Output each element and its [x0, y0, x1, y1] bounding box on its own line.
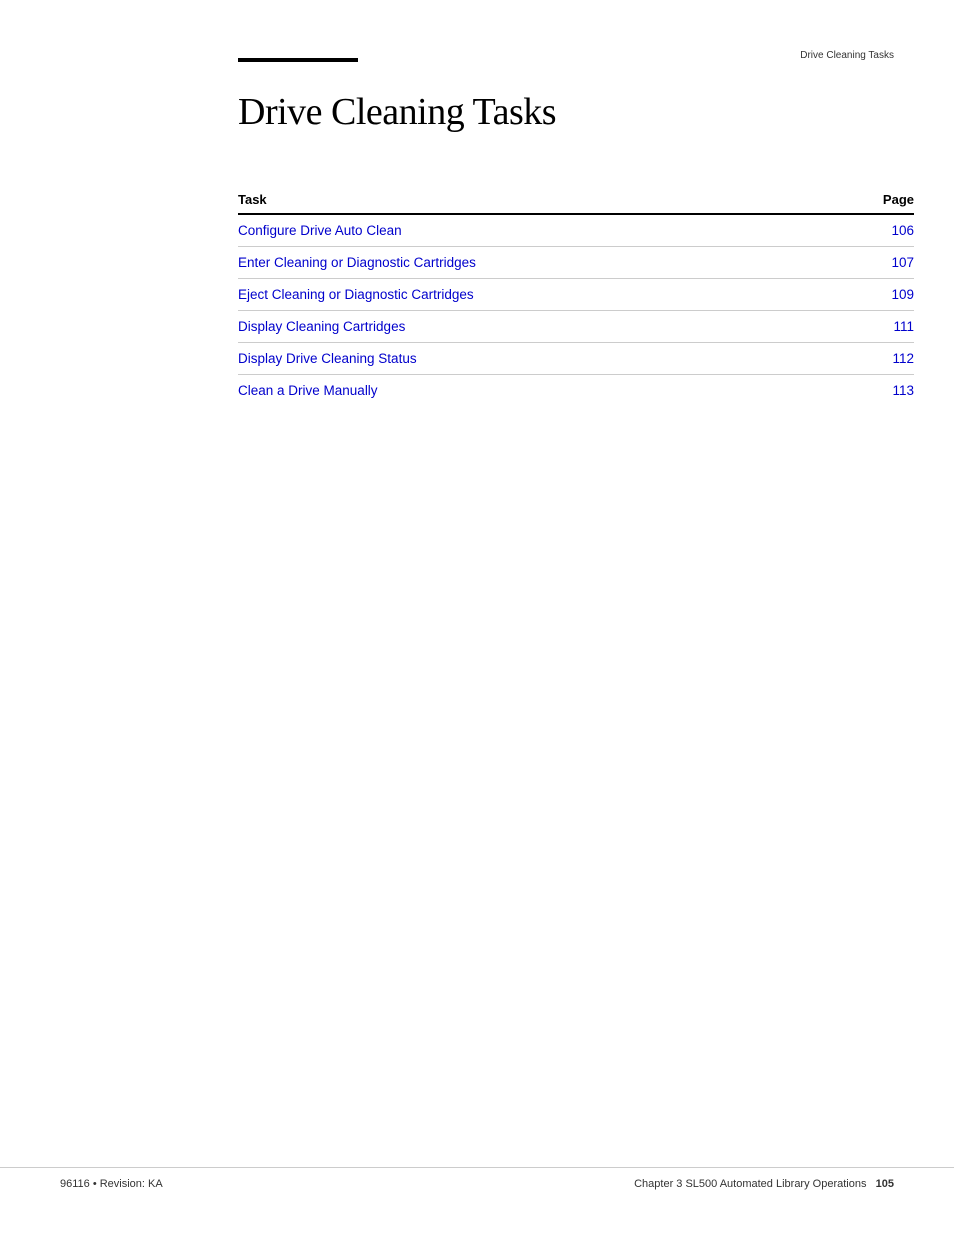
toc-page-num: 107 [854, 255, 914, 270]
page-title: Drive Cleaning Tasks [238, 90, 556, 134]
col-page-header: Page [854, 192, 914, 207]
table-row: Configure Drive Auto Clean 106 [238, 215, 914, 247]
footer: 96116 • Revision: KA Chapter 3 SL500 Aut… [0, 1167, 954, 1190]
page-container: Drive Cleaning Tasks Drive Cleaning Task… [0, 0, 954, 1235]
footer-page-number: 105 [876, 1178, 894, 1190]
table-row: Enter Cleaning or Diagnostic Cartridges 1… [238, 247, 914, 279]
footer-left: 96116 • Revision: KA [60, 1178, 163, 1190]
table-row: Eject Cleaning or Diagnostic Cartridges 1… [238, 279, 914, 311]
footer-chapter: Chapter 3 SL500 Automated Library Operat… [634, 1178, 866, 1190]
toc-link[interactable]: Display Drive Cleaning Status [238, 351, 417, 366]
toc-link[interactable]: Configure Drive Auto Clean [238, 223, 402, 238]
toc-page-num: 112 [854, 351, 914, 366]
col-task-header: Task [238, 192, 267, 207]
toc-link[interactable]: Eject Cleaning or Diagnostic Cartridges [238, 287, 474, 302]
toc-page-num: 106 [854, 223, 914, 238]
table-row: Display Cleaning Cartridges 111 [238, 311, 914, 343]
footer-right: Chapter 3 SL500 Automated Library Operat… [634, 1178, 894, 1190]
toc-rows: Configure Drive Auto Clean 106 Enter Clean… [238, 215, 914, 406]
toc-page-num: 111 [854, 319, 914, 334]
toc-link[interactable]: Display Cleaning Cartridges [238, 319, 405, 334]
header-right-text: Drive Cleaning Tasks [800, 50, 894, 61]
toc-page-num: 113 [854, 383, 914, 398]
toc-table: Task Page Configure Drive Auto Clean 106 E… [238, 192, 914, 406]
toc-link[interactable]: Clean a Drive Manually [238, 383, 378, 398]
table-row: Display Drive Cleaning Status 112 [238, 343, 914, 375]
toc-link[interactable]: Enter Cleaning or Diagnostic Cartridges [238, 255, 476, 270]
table-row: Clean a Drive Manually 113 [238, 375, 914, 406]
toc-header: Task Page [238, 192, 914, 215]
toc-page-num: 109 [854, 287, 914, 302]
header-rule [238, 58, 358, 62]
